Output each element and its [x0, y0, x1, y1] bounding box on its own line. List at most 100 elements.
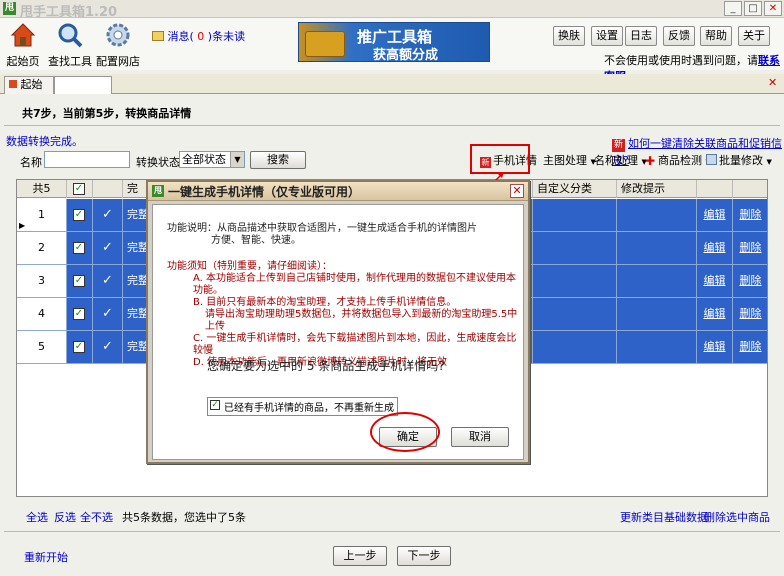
row-number: 4: [17, 298, 67, 331]
treasure-chest-icon: [305, 31, 345, 57]
chevron-down-icon: ▼: [230, 152, 244, 167]
close-icon[interactable]: ✕: [510, 184, 524, 198]
settings-button[interactable]: 设置: [591, 26, 623, 46]
config-shop-button[interactable]: 配置网店: [96, 22, 140, 69]
dialog-title-bar[interactable]: 甩 一键生成手机详情（仅专业版可用） ✕: [148, 182, 528, 201]
dialog-title: 一键生成手机详情（仅专业版可用）: [168, 185, 361, 199]
highlight-ring: [370, 412, 440, 452]
notice-item: A. 本功能适合上传到自己店铺时使用，制作代理用的数据包不建议使用本功能。: [193, 273, 517, 296]
select-all-link[interactable]: 全选: [26, 509, 48, 525]
divider: [4, 531, 780, 532]
cancel-button[interactable]: 取消: [451, 427, 509, 447]
check-mark-icon: ✓: [93, 199, 123, 232]
tab-current[interactable]: [54, 76, 112, 94]
notice-item: C. 一键生成手机详情时，会先下载描述图片到本地，因此，生成速度会比较慢: [193, 333, 517, 356]
row-modify-tip: [617, 331, 697, 364]
row-custom-category: [533, 298, 617, 331]
batch-edit-icon: [706, 154, 717, 165]
minimize-button[interactable]: _: [724, 1, 742, 16]
home-tool-button[interactable]: 起始页: [6, 22, 40, 69]
status-filter-select[interactable]: 全部状态 ▼: [179, 151, 245, 168]
help-button[interactable]: 帮助: [700, 26, 732, 46]
row-delete-link[interactable]: 删除: [733, 298, 767, 331]
row-edit-link[interactable]: 编辑: [697, 298, 733, 331]
batch-modify-menu[interactable]: 批量修改 ▼: [706, 152, 772, 168]
row-checkbox[interactable]: ✓: [67, 265, 93, 298]
row-edit-link[interactable]: 编辑: [697, 232, 733, 265]
restart-link[interactable]: 重新开始: [24, 549, 68, 565]
description-line: 功能说明：从商品描述中获取合适图片，一键生成适合手机的详情图片: [167, 223, 477, 234]
header-select-all[interactable]: ✓: [67, 180, 93, 198]
dialog-body: 功能说明：从商品描述中获取合适图片，一键生成适合手机的详情图片 方便、智能、快速…: [152, 204, 524, 460]
skip-existing-checkbox[interactable]: ✓ 已经有手机详情的商品，不再重新生成: [207, 397, 398, 416]
row-number: 3: [17, 265, 67, 298]
name-filter-input[interactable]: [44, 151, 130, 168]
product-check-menu[interactable]: ✚商品检测 ▼: [645, 152, 711, 168]
tab-bar: 起始页 ✕: [0, 74, 784, 107]
row-delete-link[interactable]: 删除: [733, 331, 767, 364]
name-process-label: 名称处理: [594, 154, 638, 167]
row-delete-link[interactable]: 删除: [733, 265, 767, 298]
home-tool-label: 起始页: [6, 55, 40, 68]
row-custom-category: [533, 331, 617, 364]
config-shop-label: 配置网店: [96, 55, 140, 68]
maximize-button[interactable]: □: [744, 1, 762, 16]
checkbox-icon: ✓: [210, 400, 220, 410]
row-checkbox[interactable]: ✓: [67, 298, 93, 331]
prev-step-button[interactable]: 上一步: [333, 546, 387, 566]
find-tool-button[interactable]: 查找工具: [48, 22, 92, 69]
checkbox-icon: ✓: [73, 242, 85, 254]
close-window-button[interactable]: ✕: [764, 1, 782, 16]
header-edit: [697, 180, 733, 198]
row-modify-tip: [617, 298, 697, 331]
row-custom-category: [533, 199, 617, 232]
function-notice: 功能须知（特别重要，请仔细阅读）： A. 本功能适合上传到自己店铺时使用，制作代…: [167, 261, 523, 369]
notice-item: B. 目前只有最新本的淘宝助理，才支持上传手机详情信息。: [193, 297, 457, 308]
header-delete: [733, 180, 767, 198]
row-edit-link[interactable]: 编辑: [697, 331, 733, 364]
invert-selection-link[interactable]: 反选: [54, 509, 76, 525]
row-edit-link[interactable]: 编辑: [697, 199, 733, 232]
skin-button[interactable]: 换肤: [553, 26, 585, 46]
home-icon: [10, 23, 36, 47]
red-cross-icon: ✚: [645, 154, 656, 168]
row-edit-link[interactable]: 编辑: [697, 265, 733, 298]
promo-banner[interactable]: 推广工具箱 获高额分成: [298, 22, 490, 63]
banner-line2: 获高额分成: [373, 48, 439, 63]
main-image-menu[interactable]: 主图处理 ▼: [543, 152, 596, 168]
message-prefix: 消息(: [167, 30, 194, 43]
row-delete-link[interactable]: 删除: [733, 232, 767, 265]
mobile-detail-dialog: 甩 一键生成手机详情（仅专业版可用） ✕ 功能说明：从商品描述中获取合适图片，一…: [146, 180, 530, 464]
message-link[interactable]: 消息( 0 )条未读: [152, 28, 245, 44]
header-custom-category: 自定义分类: [533, 180, 617, 198]
row-modify-tip: [617, 199, 697, 232]
row-delete-link[interactable]: 删除: [733, 199, 767, 232]
message-count: 0: [197, 30, 205, 43]
magnifier-icon: [58, 23, 83, 48]
tab-home[interactable]: 起始页: [4, 76, 54, 107]
search-button[interactable]: 搜索: [250, 151, 306, 169]
row-number: 2: [17, 232, 67, 265]
row-checkbox[interactable]: ✓: [67, 331, 93, 364]
close-tab-icon[interactable]: ✕: [768, 77, 780, 89]
log-button[interactable]: 日志: [625, 26, 657, 46]
feedback-button[interactable]: 反馈: [663, 26, 695, 46]
row-checkbox[interactable]: ✓: [67, 232, 93, 265]
header-modify-tip: 修改提示: [617, 180, 697, 198]
checkbox-icon: ✓: [73, 209, 85, 221]
checkbox-icon: ✓: [73, 308, 85, 320]
next-step-button[interactable]: 下一步: [397, 546, 451, 566]
check-mark-icon: ✓: [93, 265, 123, 298]
name-process-menu[interactable]: 名称处理 ▼: [594, 152, 647, 168]
row-checkbox[interactable]: ✓: [67, 199, 93, 232]
delete-selected-link[interactable]: 删除选中商品: [704, 509, 770, 525]
check-mark-icon: ✓: [93, 331, 123, 364]
about-button[interactable]: 关于: [738, 26, 770, 46]
checkbox-icon: ✓: [73, 275, 85, 287]
select-none-link[interactable]: 全不选: [80, 509, 113, 525]
refresh-category-link[interactable]: 更新类目基础数据: [620, 509, 708, 525]
chevron-down-icon: ▼: [766, 158, 772, 166]
row-number: 5: [17, 331, 67, 364]
support-notice-text: 不会使用或使用时遇到问题，请: [604, 54, 758, 67]
checkbox-icon: ✓: [73, 341, 85, 353]
